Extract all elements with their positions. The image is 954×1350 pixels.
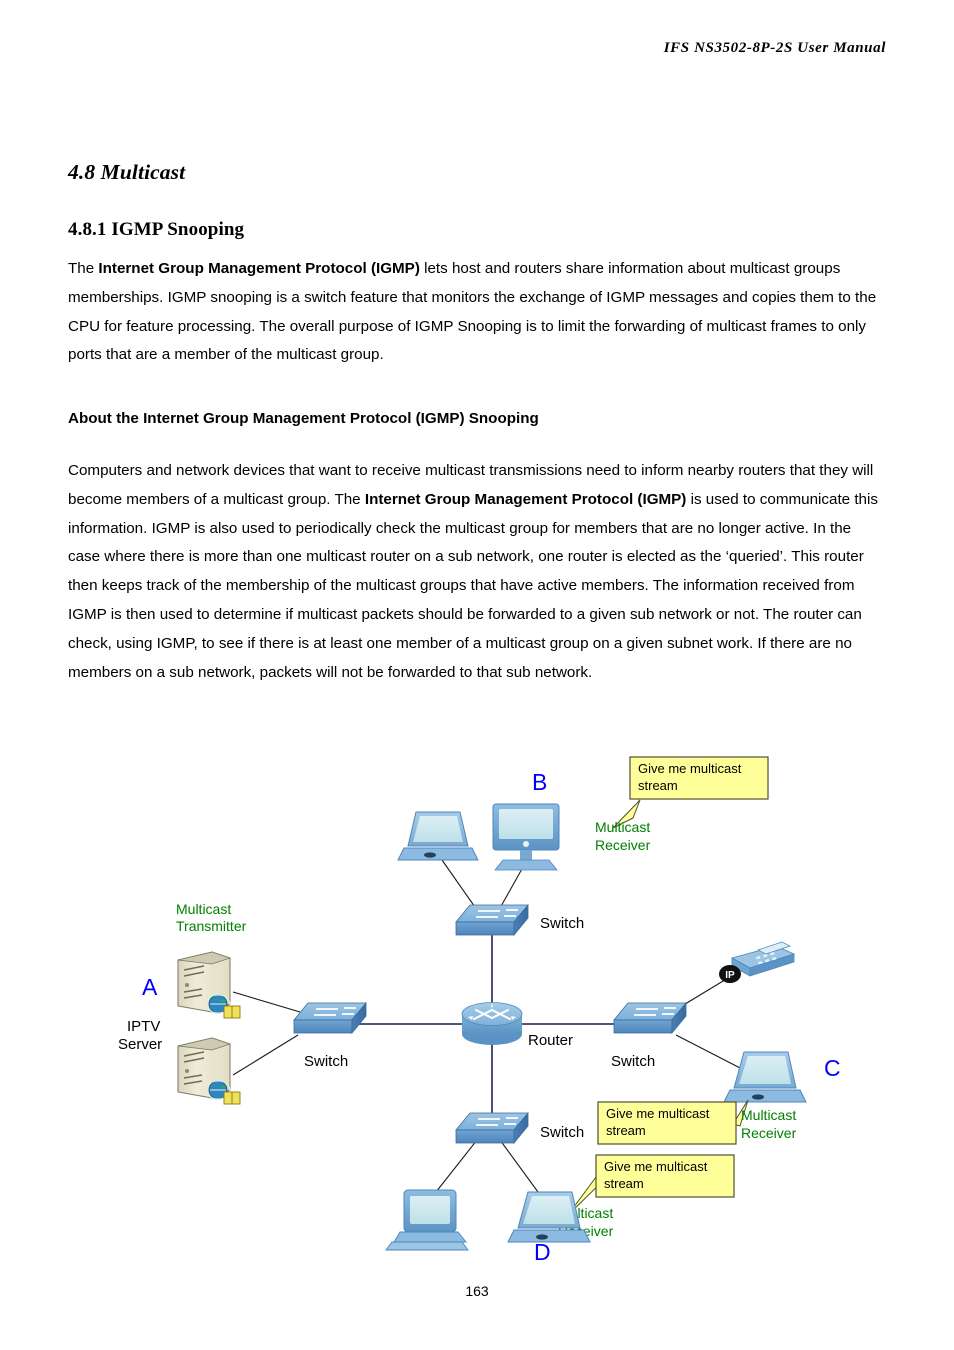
label-router: Router bbox=[528, 1032, 573, 1049]
subsection-heading: 4.8.1 IGMP Snooping bbox=[68, 219, 245, 240]
laptop-icon-d bbox=[507, 1191, 591, 1243]
label-switch-right: Switch bbox=[611, 1053, 655, 1070]
callout-b: Give me multicast stream bbox=[612, 756, 769, 829]
desktop-pc-icon-bottom bbox=[385, 1189, 469, 1251]
document-content: 4.8 Multicast 4.8.1 IGMP Snooping The In… bbox=[68, 160, 886, 687]
label-multicast-receiver-b-line2: Receiver bbox=[595, 837, 651, 853]
page-number: 163 bbox=[465, 1283, 489, 1299]
router-icon bbox=[461, 1002, 523, 1045]
ip-phone-icon: IP bbox=[719, 941, 796, 983]
link-pc-d2-to-switch bbox=[435, 1139, 478, 1193]
link-server2-to-switch bbox=[232, 1034, 299, 1076]
callout-b-line2: stream bbox=[638, 778, 678, 793]
figure-label-node-a: A bbox=[142, 974, 158, 1000]
label-switch-top: Switch bbox=[540, 915, 584, 932]
about-text-bold: Internet Group Management Protocol (IGMP… bbox=[364, 490, 687, 508]
server-icon-bottom bbox=[177, 1037, 241, 1105]
page-header-title: IFS NS3502-8P-2S User Manual bbox=[663, 40, 886, 56]
about-paragraph: Computers and network devices that want … bbox=[68, 457, 886, 687]
section-heading: 4.8 Multicast bbox=[68, 160, 186, 184]
intro-text-pre: The bbox=[68, 260, 99, 277]
about-text-post: is used to communicate this information.… bbox=[68, 490, 878, 681]
ip-phone-badge-label: IP bbox=[725, 970, 735, 981]
label-multicast-receiver-b-line1: Multicast bbox=[595, 819, 650, 835]
network-topology-diagram: B Give me multicast stream Multicast Rec… bbox=[68, 740, 886, 1260]
callout-d-line2: stream bbox=[604, 1176, 644, 1191]
callout-b-line1: Give me multicast bbox=[638, 761, 742, 776]
label-switch-bottom: Switch bbox=[540, 1124, 584, 1141]
callout-c-line2: stream bbox=[606, 1123, 646, 1138]
laptop-icon-top bbox=[397, 811, 479, 861]
label-multicast-receiver-c-line2: Receiver bbox=[741, 1125, 797, 1141]
intro-text-bold: Internet Group Management Protocol (IGMP… bbox=[98, 260, 420, 277]
switch-icon-right bbox=[613, 1001, 687, 1035]
link-laptop-c-to-switch bbox=[675, 1034, 745, 1071]
figure-label-node-c: C bbox=[824, 1055, 841, 1081]
intro-paragraph: The Internet Group Management Protocol (… bbox=[68, 255, 886, 370]
link-server1-to-switch bbox=[232, 991, 301, 1013]
switch-icon-left bbox=[293, 1001, 367, 1035]
laptop-icon-c bbox=[723, 1051, 807, 1103]
callout-d-line1: Give me multicast bbox=[604, 1159, 708, 1174]
callout-c: Give me multicast stream bbox=[597, 1099, 749, 1145]
server-icon-top bbox=[177, 951, 241, 1019]
link-laptop-d-to-switch bbox=[499, 1139, 539, 1193]
about-heading: About the Internet Group Management Prot… bbox=[68, 410, 539, 428]
label-multicast-transmitter-line2: Transmitter bbox=[176, 918, 247, 934]
switch-icon-top bbox=[455, 903, 529, 937]
label-iptv-server-line2: Server bbox=[118, 1036, 162, 1053]
link-laptop-b2-to-switch bbox=[441, 859, 478, 911]
monitor-icon-b bbox=[492, 803, 560, 871]
label-multicast-transmitter-line1: Multicast bbox=[176, 901, 231, 917]
label-multicast-receiver-c-line1: Multicast bbox=[741, 1107, 796, 1123]
callout-c-line1: Give me multicast bbox=[606, 1106, 710, 1121]
switch-icon-bottom bbox=[455, 1111, 529, 1145]
figure-label-node-b: B bbox=[532, 769, 547, 795]
label-iptv-server-line1: IPTV bbox=[127, 1018, 160, 1035]
label-switch-left: Switch bbox=[304, 1053, 348, 1070]
figure-label-node-d: D bbox=[534, 1239, 551, 1260]
